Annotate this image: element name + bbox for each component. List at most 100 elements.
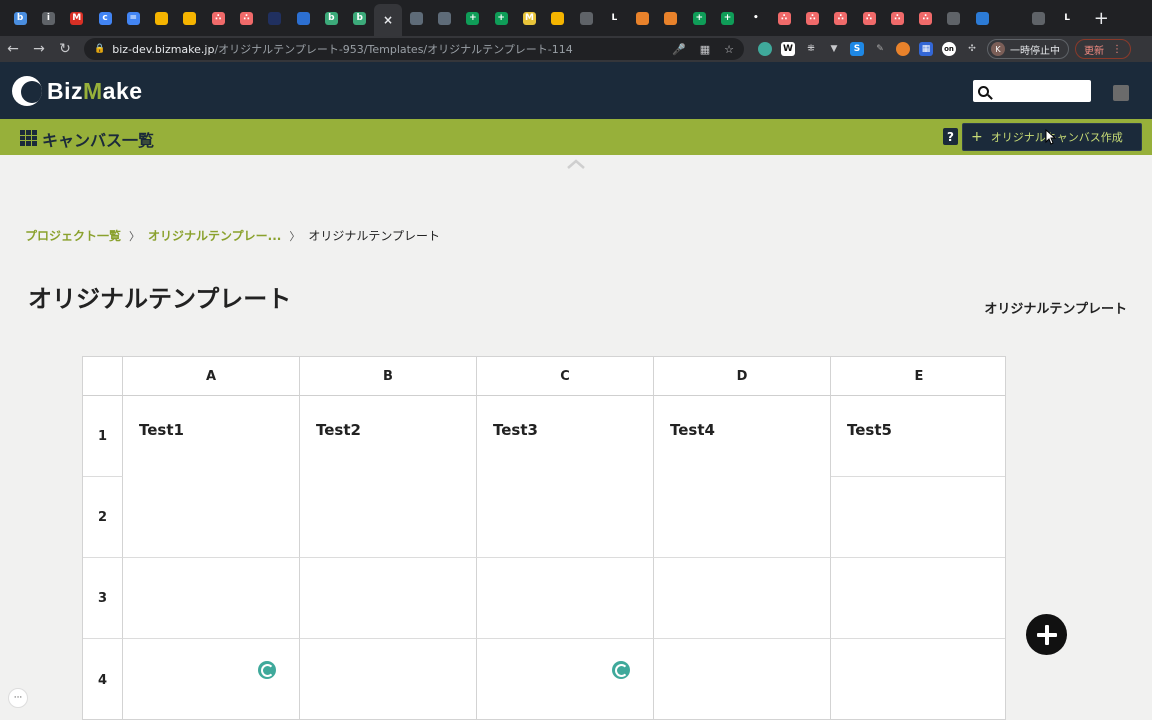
back-arrow-icon[interactable]: ← (0, 41, 26, 57)
grid-extension-icon[interactable]: ⁜ (804, 42, 818, 56)
browser-tab[interactable]: ∴ (204, 3, 232, 33)
canvas-cell-d3[interactable] (654, 558, 831, 639)
canvas-cell-c4[interactable] (477, 639, 654, 719)
browser-tab[interactable]: c (91, 3, 119, 33)
update-button[interactable]: 更新 ⋮ (1075, 39, 1131, 59)
browser-tab[interactable] (657, 3, 685, 33)
url-path: /オリジナルテンプレート-953/Templates/オリジナルテンプレート-1… (214, 43, 573, 56)
logo-text-biz: Biz (47, 77, 83, 104)
browser-tab[interactable] (147, 3, 175, 33)
canvas-block-test2[interactable]: Test2 (300, 396, 477, 558)
browser-tab[interactable] (968, 3, 996, 33)
profile-button[interactable]: K 一時停止中 (987, 39, 1069, 59)
grid-menu-icon[interactable] (20, 130, 37, 146)
canvas-cell-d4[interactable] (654, 639, 831, 719)
column-header-b: B (300, 357, 477, 396)
browser-tab[interactable]: ∴ (770, 3, 798, 33)
browser-tab[interactable] (629, 3, 657, 33)
canvas-list-title[interactable]: キャンバス一覧 (42, 127, 154, 151)
qr-code-icon[interactable]: ▦ (700, 43, 710, 56)
bookmark-star-icon[interactable]: ☆ (724, 43, 734, 56)
browser-tab[interactable]: • (742, 3, 770, 33)
canvas-cell-c3[interactable] (477, 558, 654, 639)
search-input[interactable] (997, 85, 1087, 97)
browser-tab[interactable]: ∴ (912, 3, 940, 33)
browser-tab[interactable]: b (346, 3, 374, 33)
browser-tab[interactable] (289, 3, 317, 33)
grammarly-icon[interactable] (258, 661, 276, 679)
puzzle-extension-icon[interactable]: ✣ (965, 42, 979, 56)
canvas-cell-e3[interactable] (831, 558, 1005, 639)
mouse-cursor-icon (1045, 129, 1057, 145)
calendar-extension-icon[interactable]: ▦ (919, 42, 933, 56)
browser-tab[interactable]: L (600, 3, 628, 33)
info-icon: i (41, 11, 55, 25)
ocr-extension-icon[interactable]: on (942, 42, 956, 56)
browser-tab[interactable] (261, 3, 289, 33)
canvas-grid: A B C D E 1 2 3 4 Test1 Test2 Test3 Test… (82, 356, 1006, 720)
header-search[interactable] (973, 80, 1091, 102)
user-avatar[interactable] (1113, 85, 1129, 101)
add-block-button[interactable] (1026, 614, 1067, 655)
browser-tab[interactable] (544, 3, 572, 33)
browser-tab[interactable]: ∴ (798, 3, 826, 33)
s-extension-icon[interactable]: S (850, 42, 864, 56)
canvas-cell-e2[interactable] (831, 477, 1005, 558)
canvas-cell-b4[interactable] (300, 639, 477, 719)
grammarly-extension-icon[interactable] (758, 42, 772, 56)
reload-icon[interactable]: ↻ (52, 41, 78, 57)
grammarly-icon[interactable] (612, 661, 630, 679)
browser-tab[interactable]: M (63, 3, 91, 33)
canvas-block-test4[interactable]: Test4 (654, 396, 831, 558)
microphone-icon[interactable]: 🎤 (672, 43, 686, 56)
browser-tab[interactable]: i (34, 3, 62, 33)
canvas-block-test1[interactable]: Test1 (123, 396, 300, 558)
canvas-cell-a4[interactable] (123, 639, 300, 719)
browser-tab[interactable]: = (119, 3, 147, 33)
browser-tab[interactable]: M (515, 3, 543, 33)
breadcrumb-original-template-project[interactable]: オリジナルテンプレー... (148, 227, 281, 244)
browser-tab[interactable]: ∴ (855, 3, 883, 33)
forward-arrow-icon[interactable]: → (26, 41, 52, 57)
blank-icon (1004, 11, 1018, 25)
help-button[interactable]: ? (943, 128, 958, 145)
browser-tab[interactable] (176, 3, 204, 33)
basketball-extension-icon[interactable] (896, 42, 910, 56)
browser-tab[interactable]: ∴ (883, 3, 911, 33)
address-bar[interactable]: 🔒 biz-dev.bizmake.jp /オリジナルテンプレート-953/Te… (84, 38, 744, 60)
breadcrumb-project-list[interactable]: プロジェクト一覧 (25, 227, 121, 244)
browser-tab[interactable]: × (373, 4, 403, 36)
browser-tab[interactable] (996, 3, 1024, 33)
browser-tab[interactable] (940, 3, 968, 33)
collapse-chevron-icon[interactable] (566, 158, 586, 170)
new-tab-button[interactable]: + (1089, 8, 1113, 29)
browser-tab[interactable] (402, 3, 430, 33)
url-host: biz-dev.bizmake.jp (112, 42, 215, 56)
browser-tab[interactable]: b (6, 3, 34, 33)
bizmake-logo[interactable]: BizMake (12, 76, 143, 106)
browser-tab[interactable]: + (685, 3, 713, 33)
slides-icon (551, 11, 565, 25)
word-extension-icon[interactable]: W (781, 42, 795, 56)
close-icon: × (382, 13, 394, 27)
brush-extension-icon[interactable]: ✎ (873, 42, 887, 56)
browser-tab[interactable]: + (713, 3, 741, 33)
browser-tab[interactable]: ∴ (232, 3, 260, 33)
canvas-cell-a3[interactable] (123, 558, 300, 639)
canvas-cell-b3[interactable] (300, 558, 477, 639)
calendar-icon: c (98, 11, 112, 25)
browser-tab[interactable] (572, 3, 600, 33)
browser-tab[interactable] (430, 3, 458, 33)
vue-extension-icon[interactable]: ▼ (827, 42, 841, 56)
browser-tab[interactable]: ∴ (827, 3, 855, 33)
browser-tab[interactable]: + (487, 3, 515, 33)
browser-tab[interactable]: + (459, 3, 487, 33)
canvas-cell-e4[interactable] (831, 639, 1005, 719)
more-options-icon[interactable]: ··· (8, 688, 28, 708)
browser-tab[interactable]: L (1053, 3, 1081, 33)
canvas-block-test3[interactable]: Test3 (477, 396, 654, 558)
canvas-block-test5[interactable]: Test5 (831, 396, 1005, 477)
template-name-label: オリジナルテンプレート (984, 302, 1127, 317)
browser-tab[interactable] (1025, 3, 1053, 33)
browser-tab[interactable]: b (317, 3, 345, 33)
